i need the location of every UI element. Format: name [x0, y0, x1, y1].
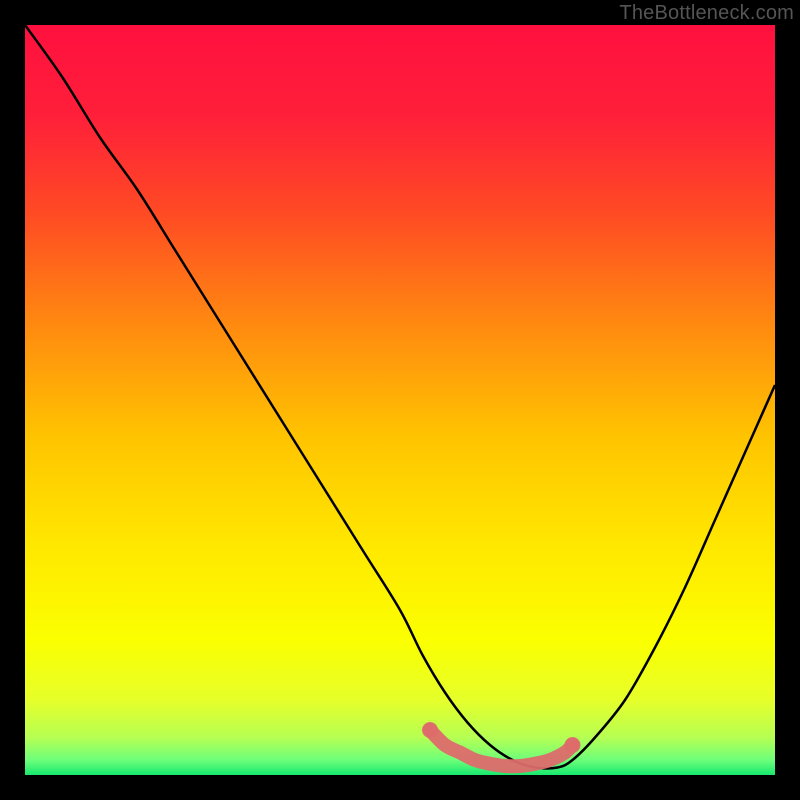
bottleneck-curve	[25, 25, 775, 768]
watermark-label: TheBottleneck.com	[619, 2, 794, 25]
plot-area	[25, 25, 775, 775]
optimal-zone-markers	[422, 722, 581, 766]
chart-container: TheBottleneck.com	[0, 0, 800, 800]
curve-layer	[25, 25, 775, 775]
